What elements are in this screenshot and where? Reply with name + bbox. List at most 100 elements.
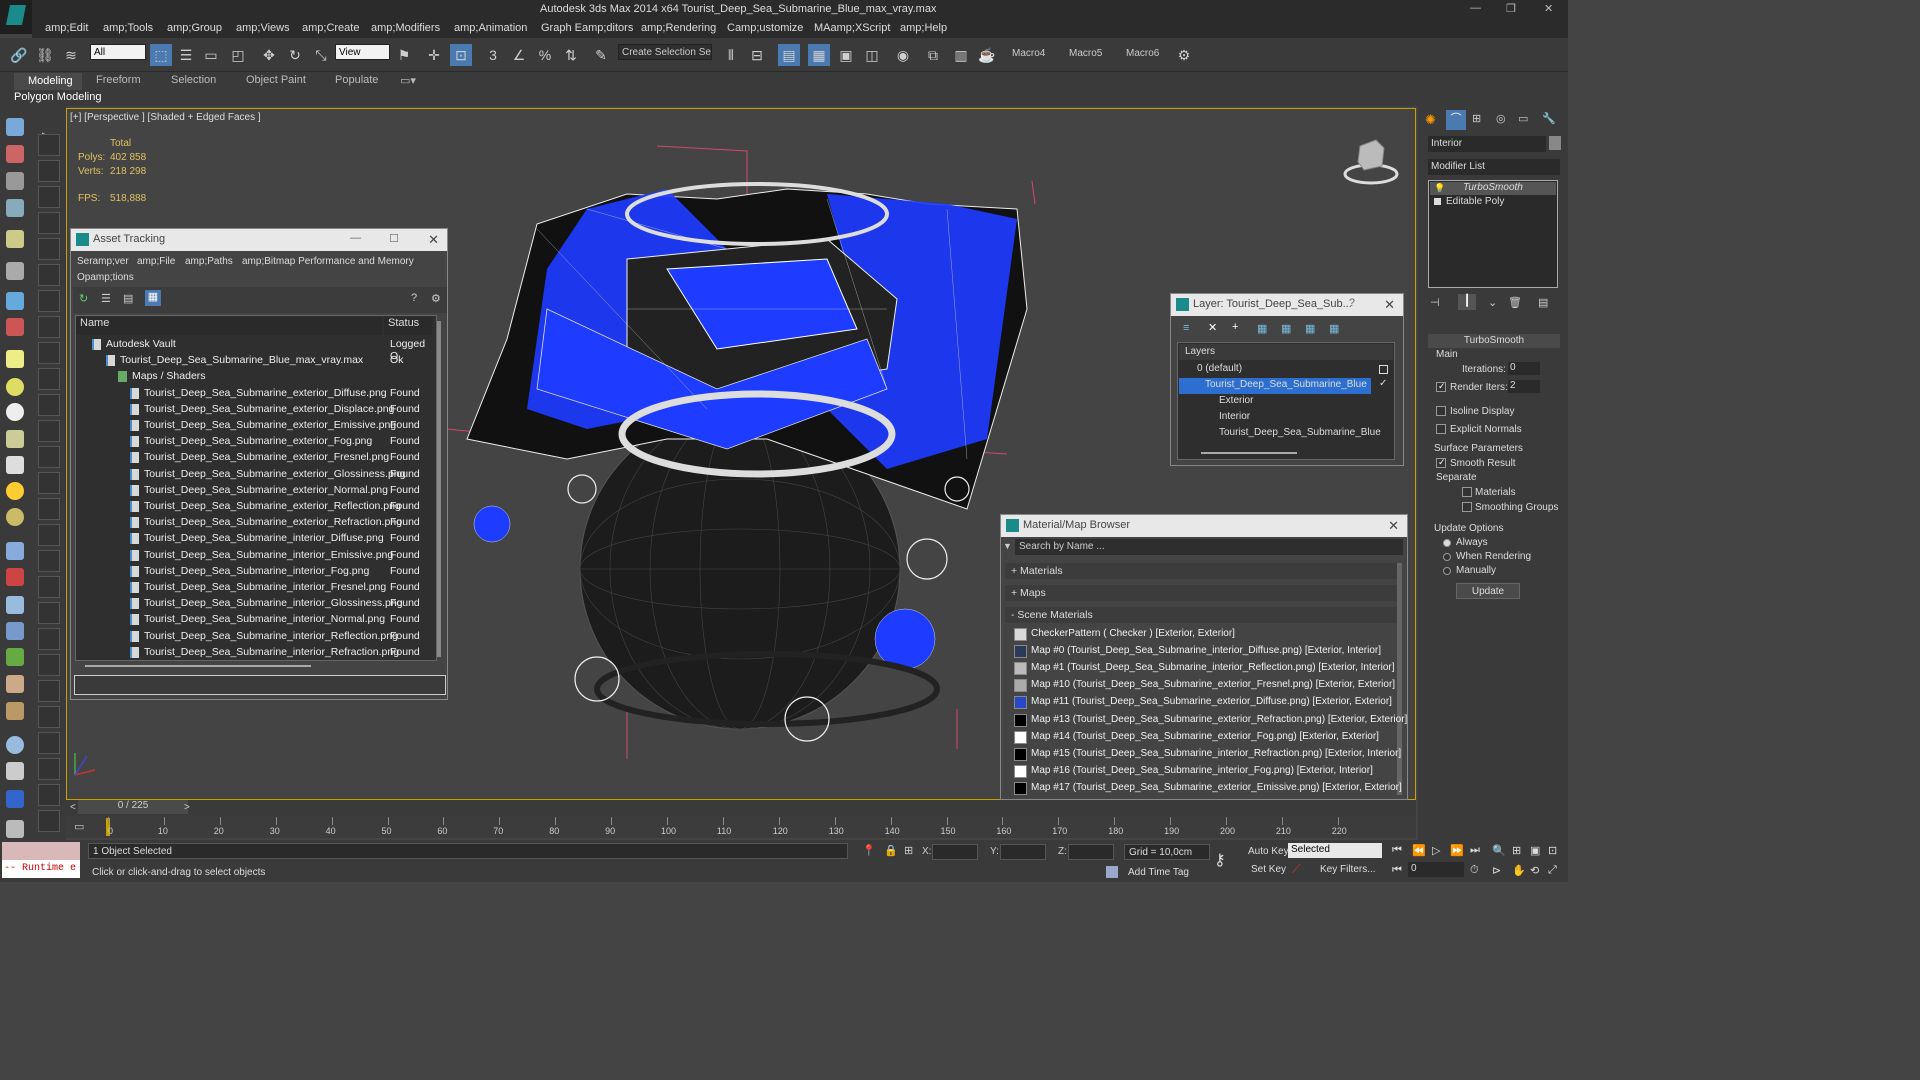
named-selection-set-dropdown[interactable]: Create Selection Se [618,44,712,60]
sphere-icon[interactable] [6,378,24,396]
auto-key-button[interactable]: Auto Key [1248,846,1289,857]
reference-coordinate-dropdown[interactable]: View [335,44,390,60]
expand-icon[interactable] [1434,198,1441,205]
asset-row[interactable]: Tourist_Deep_Sea_Submarine_interior_Diff… [76,531,432,547]
close-icon[interactable]: ✕ [1384,297,1395,313]
asset-row[interactable]: Tourist_Deep_Sea_Submarine_exterior_Fog.… [76,434,432,450]
track-bar[interactable] [66,816,1416,838]
hedra-icon[interactable] [6,622,24,640]
grid-button-icon[interactable] [38,810,60,832]
horizontal-scrollbar[interactable] [1201,452,1297,454]
freeze-icon[interactable]: ▦ [1329,322,1339,335]
scene-material-item[interactable]: Map #14 (Tourist_Deep_Sea_Submarine_exte… [1011,730,1397,746]
layer-item[interactable]: Tourist_Deep_Sea_Submarine_Blue [1179,426,1381,442]
object-name-field[interactable]: Interior [1428,136,1546,152]
grid-button-icon[interactable] [38,732,60,754]
material-editor-icon[interactable]: ◉ [892,44,914,66]
minimize-button[interactable]: — [1470,2,1481,14]
plant-icon[interactable] [6,648,24,666]
smoothing-groups-checkbox[interactable] [1462,502,1472,512]
path-field[interactable] [74,675,446,695]
chevron-down-icon[interactable]: ▼ [1003,541,1012,551]
remove-modifier-icon[interactable]: 🗑 [1508,296,1522,309]
materials-checkbox[interactable] [1462,487,1472,497]
grid-button-icon[interactable] [38,290,60,312]
asset-row[interactable]: Tourist_Deep_Sea_Submarine_exterior_Refl… [76,499,432,515]
scrollbar[interactable] [1397,563,1402,795]
lightbulb-icon[interactable]: 💡 [1434,183,1445,193]
toggle-layer-explorer-icon[interactable]: ▦ [808,44,830,66]
geosphere-icon[interactable] [6,403,24,421]
modify-tab-icon[interactable]: ⌒ [1446,110,1466,130]
tab-populate[interactable]: Populate [335,74,378,86]
pivot-center-icon[interactable]: ⚑ [393,44,415,66]
menu-graph-editors[interactable]: Graph Eamp;ditors [541,22,633,34]
scene-material-item[interactable]: Map #15 (Tourist_Deep_Sea_Submarine_inte… [1011,747,1401,763]
asset-row[interactable]: Tourist_Deep_Sea_Submarine_exterior_Norm… [76,483,432,499]
time-slider[interactable] [66,800,1416,816]
torus-icon[interactable] [6,508,24,526]
zoom-extents-icon[interactable]: ▣ [1530,844,1540,857]
asset-row[interactable]: Tourist_Deep_Sea_Submarine_interior_Glos… [76,596,432,612]
rectangle-selection-icon[interactable]: ▭ [200,44,222,66]
selection-filter-dropdown[interactable]: All [90,44,146,60]
list-icon[interactable] [6,172,24,190]
next-frame-icon[interactable]: ⏩ [1450,844,1464,857]
delete-icon[interactable]: ✕ [1208,321,1217,334]
scene-material-item[interactable]: Map #11 (Tourist_Deep_Sea_Submarine_exte… [1011,695,1397,711]
maxscript-listener-pink[interactable] [2,842,80,860]
gear-icon[interactable]: ⚙ [1173,44,1195,66]
scene-materials-section[interactable]: - Scene Materials [1005,607,1397,623]
particles-icon[interactable] [6,542,24,560]
asset-row[interactable]: Maps / Shaders [76,369,432,385]
macro6-button[interactable]: Macro6 [1126,48,1159,59]
scene-material-item[interactable]: CheckerPattern ( Checker ) [Exterior, Ex… [1011,627,1397,643]
maximize-button[interactable]: ❐ [1506,2,1516,15]
menu-create[interactable]: amp;Create [302,22,359,34]
select-by-name-icon[interactable]: ☰ [175,44,197,66]
macro4-button[interactable]: Macro4 [1012,48,1045,59]
grid-button-icon[interactable] [38,498,60,520]
column-name[interactable]: Name [76,317,382,335]
align-icon[interactable]: ⊟ [746,44,768,66]
horizontal-scrollbar[interactable] [85,665,311,667]
bind-spacewarp-icon[interactable]: ≋ [60,44,82,66]
menu-file[interactable]: amp;File [137,256,175,267]
pan-icon[interactable]: ✋ [1512,864,1526,877]
grid-button-icon[interactable] [38,212,60,234]
menu-modifiers[interactable]: amp;Modifiers [371,22,440,34]
menu-maxscript[interactable]: MAamp;XScript [814,22,890,34]
previous-frame-icon[interactable]: ⏪ [1412,844,1426,857]
scene-material-item[interactable]: Map #13 (Tourist_Deep_Sea_Submarine_exte… [1011,713,1407,729]
grid-button-icon[interactable] [38,706,60,728]
layer-item[interactable]: Interior [1179,410,1371,426]
render-production-icon[interactable]: ☕ [976,44,998,66]
zoom-icon[interactable]: 🔍 [1492,844,1506,857]
help-icon[interactable]: ? [1349,297,1355,309]
asset-row[interactable]: Tourist_Deep_Sea_Submarine_Blue_max_vray… [76,353,432,369]
menu-paths[interactable]: amp;Paths [185,256,233,267]
stack-item-turbosmooth[interactable]: TurboSmooth [1430,182,1556,195]
configure-modifier-sets-icon[interactable]: ▤ [1538,296,1548,309]
toggle-scene-explorer-icon[interactable]: ▤ [778,44,800,66]
scale-icon[interactable]: ⤡ [310,44,332,66]
y-coordinate-field[interactable] [1000,844,1046,860]
curve-editor-icon[interactable]: ◫ [861,44,883,66]
ribbon-options-icon[interactable]: ▭▾ [400,74,416,87]
when-rendering-radio[interactable] [1443,553,1451,561]
unlink-icon[interactable]: ⛓ [34,44,56,66]
isolate-icon[interactable]: 📍 [862,844,876,857]
polygon-modeling-label[interactable]: Polygon Modeling [14,91,101,103]
layer-item[interactable]: 0 (default) [1179,362,1388,378]
grid-button-icon[interactable] [38,524,60,546]
app-logo-icon[interactable] [0,0,32,34]
materials-section[interactable]: + Materials [1005,563,1397,579]
pin-stack-icon[interactable]: ⊣ [1430,296,1440,309]
asset-row[interactable]: Tourist_Deep_Sea_Submarine_exterior_Disp… [76,402,432,418]
display-tab-icon[interactable]: ▭ [1518,112,1528,125]
grid-icon[interactable] [6,199,24,217]
spinner-snap-icon[interactable]: ⇅ [560,44,582,66]
select-objects-icon[interactable]: ▦ [1257,322,1267,335]
always-radio[interactable] [1443,539,1451,547]
render-icon[interactable] [6,145,24,163]
